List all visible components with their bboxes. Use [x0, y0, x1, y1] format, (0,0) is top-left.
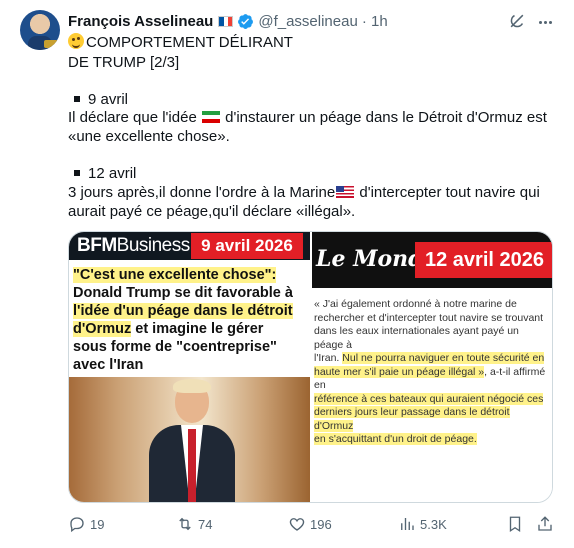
views-button[interactable]: 5.3K	[398, 512, 447, 536]
author-handle[interactable]: @f_asselineau	[258, 13, 357, 30]
bfm-screenshot[interactable]: BFMBusiness 9 avril 2026 "C'est une exce…	[69, 232, 310, 502]
us-flag-icon	[336, 186, 355, 198]
bookmark-button[interactable]	[506, 512, 528, 536]
tweet-para-1-line-1: Il déclare que l'idée d'instaurer un péa…	[68, 109, 547, 126]
tweet-para-1-line-2: «une excellente chose».	[68, 128, 230, 145]
tweet-header: François Asselineau @f_asselineau · 1h	[68, 11, 388, 31]
france-flag-icon	[218, 15, 234, 27]
repost-icon	[179, 517, 191, 531]
square-bullet-icon	[74, 170, 80, 177]
repost-button[interactable]: 74	[176, 512, 212, 536]
lemonde-article-text: « J'ai également ordonné à notre marine …	[314, 298, 546, 445]
heart-icon	[289, 518, 305, 531]
reply-icon	[70, 517, 84, 533]
tweet-date-2: 12 avril	[68, 164, 136, 184]
avatar[interactable]	[20, 10, 60, 50]
bfm-headline: "C'est une excellente chose": Donald Tru…	[73, 267, 293, 373]
media-attachment[interactable]: BFMBusiness 9 avril 2026 "C'est une exce…	[68, 231, 553, 503]
tweet[interactable]: François Asselineau @f_asselineau · 1h C…	[0, 0, 574, 548]
verified-badge-icon[interactable]	[237, 13, 254, 30]
bfm-date: 9 avril 2026	[191, 233, 303, 259]
crazy-face-emoji-icon	[68, 33, 84, 49]
analytics-icon	[401, 518, 414, 530]
tweet-line-2: DE TRUMP [2/3]	[68, 54, 180, 71]
tweet-date-1: 9 avril	[68, 90, 128, 110]
bookmark-icon	[509, 516, 521, 533]
timestamp[interactable]: · 1h	[362, 13, 388, 30]
square-bullet-icon	[74, 96, 80, 103]
like-button[interactable]: 196	[288, 512, 332, 536]
tweet-actions: 19 74 196 5.3K	[68, 512, 558, 536]
iran-flag-icon	[201, 111, 220, 123]
bfm-banner: BFMBusiness 9 avril 2026	[69, 232, 310, 260]
share-button[interactable]	[536, 512, 558, 536]
share-icon	[538, 516, 552, 531]
reply-button[interactable]: 19	[68, 512, 104, 536]
trump-photo	[69, 377, 310, 502]
more-options-button[interactable]	[535, 12, 555, 32]
bfm-logo: BFMBusiness	[77, 235, 190, 256]
tweet-line-1: COMPORTEMENT DÉLIRANT	[68, 33, 293, 53]
lemonde-banner: Le Monde 12 avril 2026	[312, 232, 552, 288]
lemonde-date: 12 avril 2026	[415, 242, 552, 278]
grok-icon[interactable]	[507, 11, 527, 31]
lemonde-screenshot[interactable]: Le Monde 12 avril 2026 « J'ai également …	[312, 232, 552, 502]
tweet-para-2-line-2: aurait payé ce péage,qu'il déclare «illé…	[68, 203, 356, 220]
author-name[interactable]: François Asselineau	[68, 13, 213, 30]
tweet-para-2-line-1: 3 jours après,il donne l'ordre à la Mari…	[68, 184, 540, 201]
